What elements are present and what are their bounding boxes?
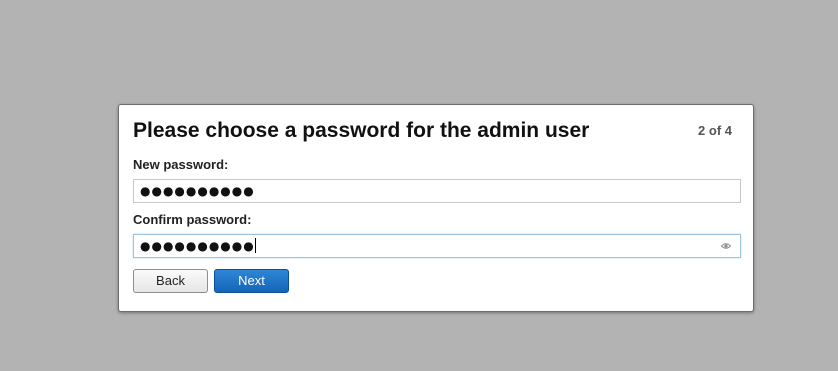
new-password-value: ●●●●●●●●●● (140, 184, 255, 198)
confirm-password-label: Confirm password: (133, 212, 252, 227)
step-indicator: 2 of 4 (698, 123, 732, 138)
new-password-field[interactable]: ●●●●●●●●●● (133, 179, 741, 203)
new-password-label: New password: (133, 157, 229, 172)
password-dialog: Please choose a password for the admin u… (118, 104, 754, 312)
text-caret (254, 238, 256, 253)
confirm-password-field[interactable]: ●●●●●●●●●● (133, 234, 741, 258)
confirm-password-value-wrap: ●●●●●●●●●● (140, 238, 256, 254)
next-button[interactable]: Next (214, 269, 289, 293)
dialog-title: Please choose a password for the admin u… (133, 119, 590, 142)
eye-icon[interactable] (721, 241, 731, 251)
confirm-password-value: ●●●●●●●●●● (140, 239, 255, 253)
back-button[interactable]: Back (133, 269, 208, 293)
